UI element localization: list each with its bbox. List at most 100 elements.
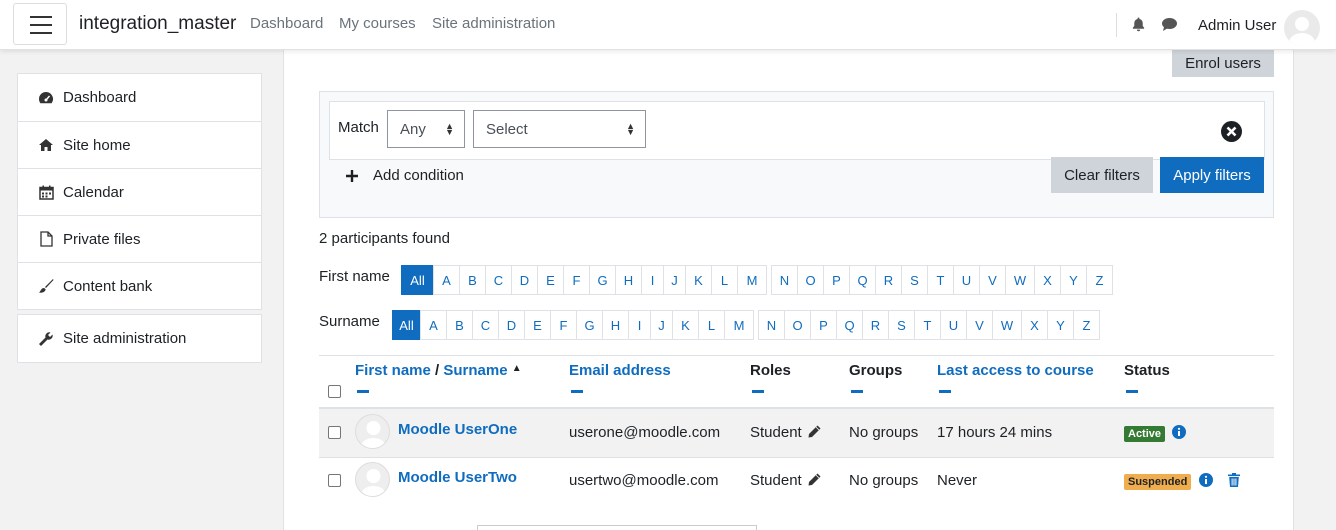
- firstname-initial-m[interactable]: M: [737, 265, 767, 295]
- collapse-column-icon[interactable]: [851, 390, 863, 393]
- firstname-initial-l[interactable]: L: [711, 265, 738, 295]
- surname-initial-m[interactable]: M: [724, 310, 754, 340]
- surname-initial-v[interactable]: V: [966, 310, 993, 340]
- sort-last-access-link[interactable]: Last access to course: [937, 362, 1094, 379]
- bulk-action-select[interactable]: [477, 525, 757, 530]
- surname-initial-y[interactable]: Y: [1047, 310, 1074, 340]
- nav-dashboard-link[interactable]: Dashboard: [250, 15, 323, 32]
- firstname-initial-y[interactable]: Y: [1060, 265, 1087, 295]
- firstname-initial-o[interactable]: O: [797, 265, 824, 295]
- surname-initial-f[interactable]: F: [550, 310, 577, 340]
- surname-initial-z[interactable]: Z: [1073, 310, 1100, 340]
- pencil-icon[interactable]: [808, 473, 821, 486]
- surname-initial-r[interactable]: R: [862, 310, 889, 340]
- collapse-column-icon[interactable]: [571, 390, 583, 393]
- surname-initial-t[interactable]: T: [914, 310, 941, 340]
- collapse-column-icon[interactable]: [939, 390, 951, 393]
- surname-initial-c[interactable]: C: [472, 310, 499, 340]
- firstname-initial-j[interactable]: J: [663, 265, 686, 295]
- firstname-initial-f[interactable]: F: [563, 265, 590, 295]
- firstname-initial-c[interactable]: C: [485, 265, 512, 295]
- surname-initial-n[interactable]: N: [758, 310, 785, 340]
- surname-initial-e[interactable]: E: [524, 310, 551, 340]
- firstname-initial-w[interactable]: W: [1005, 265, 1035, 295]
- sort-surname-link[interactable]: Surname: [443, 362, 507, 379]
- site-name[interactable]: integration_master: [79, 13, 236, 35]
- filter-type-select[interactable]: Select ▲ ▼: [473, 110, 646, 148]
- surname-initial-x[interactable]: X: [1021, 310, 1048, 340]
- surname-initial-o[interactable]: O: [784, 310, 811, 340]
- surname-initial-d[interactable]: D: [498, 310, 525, 340]
- sidebar-item-content-bank[interactable]: Content bank: [18, 262, 261, 309]
- sidebar-item-calendar[interactable]: Calendar: [18, 168, 261, 215]
- row-select-checkbox[interactable]: [328, 426, 341, 439]
- surname-initial-p[interactable]: P: [810, 310, 837, 340]
- firstname-initial-r[interactable]: R: [875, 265, 902, 295]
- sort-first-name-link[interactable]: First name: [355, 362, 431, 379]
- menu-toggle-button[interactable]: [13, 3, 67, 45]
- surname-initial-i[interactable]: I: [628, 310, 651, 340]
- row-select-checkbox[interactable]: [328, 474, 341, 487]
- info-icon[interactable]: [1199, 473, 1213, 487]
- trash-icon[interactable]: [1228, 473, 1240, 487]
- surname-initial-h[interactable]: H: [602, 310, 629, 340]
- surname-initial-a[interactable]: A: [420, 310, 447, 340]
- bell-icon[interactable]: [1129, 15, 1147, 33]
- surname-initials-bar: All A B C D E F G H I J K L M N O P Q R S T U V W X Y Z: [392, 310, 1100, 340]
- user-avatar[interactable]: [1284, 10, 1320, 46]
- collapse-column-icon[interactable]: [1126, 390, 1138, 393]
- firstname-initial-e[interactable]: E: [537, 265, 564, 295]
- pencil-icon[interactable]: [808, 425, 821, 438]
- user-menu-name[interactable]: Admin User: [1198, 17, 1276, 34]
- collapse-column-icon[interactable]: [752, 390, 764, 393]
- firstname-initial-all[interactable]: All: [401, 265, 434, 295]
- surname-initial-s[interactable]: S: [888, 310, 915, 340]
- firstname-initial-s[interactable]: S: [901, 265, 928, 295]
- firstname-initial-h[interactable]: H: [615, 265, 642, 295]
- sidebar-item-dashboard[interactable]: Dashboard: [18, 74, 261, 121]
- surname-initial-q[interactable]: Q: [836, 310, 863, 340]
- firstname-initial-g[interactable]: G: [589, 265, 616, 295]
- collapse-column-icon[interactable]: [357, 390, 369, 393]
- sidebar-item-site-home[interactable]: Site home: [18, 121, 261, 168]
- firstname-initial-p[interactable]: P: [823, 265, 850, 295]
- select-all-checkbox[interactable]: [328, 385, 341, 398]
- firstname-initial-i[interactable]: I: [641, 265, 664, 295]
- sort-email-link[interactable]: Email address: [569, 362, 671, 379]
- firstname-initial-n[interactable]: N: [771, 265, 798, 295]
- surname-initial-l[interactable]: L: [698, 310, 725, 340]
- enrol-users-button[interactable]: Enrol users: [1172, 49, 1274, 77]
- surname-initial-j[interactable]: J: [650, 310, 673, 340]
- firstname-initial-x[interactable]: X: [1034, 265, 1061, 295]
- firstname-initial-v[interactable]: V: [979, 265, 1006, 295]
- firstname-initial-d[interactable]: D: [511, 265, 538, 295]
- sidebar-item-site-administration[interactable]: Site administration: [18, 315, 261, 362]
- chat-icon[interactable]: [1160, 15, 1178, 33]
- nav-site-admin-link[interactable]: Site administration: [432, 15, 555, 32]
- surname-initial-b[interactable]: B: [446, 310, 473, 340]
- surname-initial-g[interactable]: G: [576, 310, 603, 340]
- add-condition-link[interactable]: Add condition: [373, 167, 464, 184]
- info-icon[interactable]: [1172, 425, 1186, 439]
- surname-initial-w[interactable]: W: [992, 310, 1022, 340]
- firstname-initial-t[interactable]: T: [927, 265, 954, 295]
- header-separator: /: [435, 362, 440, 379]
- user-profile-link[interactable]: Moodle UserOne: [398, 421, 517, 438]
- surname-initial-k[interactable]: K: [672, 310, 699, 340]
- sidebar-item-private-files[interactable]: Private files: [18, 215, 261, 262]
- firstname-initial-k[interactable]: K: [685, 265, 712, 295]
- user-profile-link[interactable]: Moodle UserTwo: [398, 469, 517, 486]
- nav-my-courses-link[interactable]: My courses: [339, 15, 416, 32]
- surname-initial-u[interactable]: U: [940, 310, 967, 340]
- firstname-initial-u[interactable]: U: [953, 265, 980, 295]
- clear-filters-button[interactable]: Clear filters: [1051, 157, 1153, 193]
- surname-initial-all[interactable]: All: [392, 310, 421, 340]
- plus-icon[interactable]: [346, 169, 358, 182]
- firstname-initial-b[interactable]: B: [459, 265, 486, 295]
- firstname-initial-z[interactable]: Z: [1086, 265, 1113, 295]
- firstname-initial-q[interactable]: Q: [849, 265, 876, 295]
- firstname-initial-a[interactable]: A: [433, 265, 460, 295]
- apply-filters-button[interactable]: Apply filters: [1160, 157, 1264, 193]
- match-select[interactable]: Any ▲ ▼: [387, 110, 465, 148]
- remove-condition-icon[interactable]: [1221, 121, 1242, 142]
